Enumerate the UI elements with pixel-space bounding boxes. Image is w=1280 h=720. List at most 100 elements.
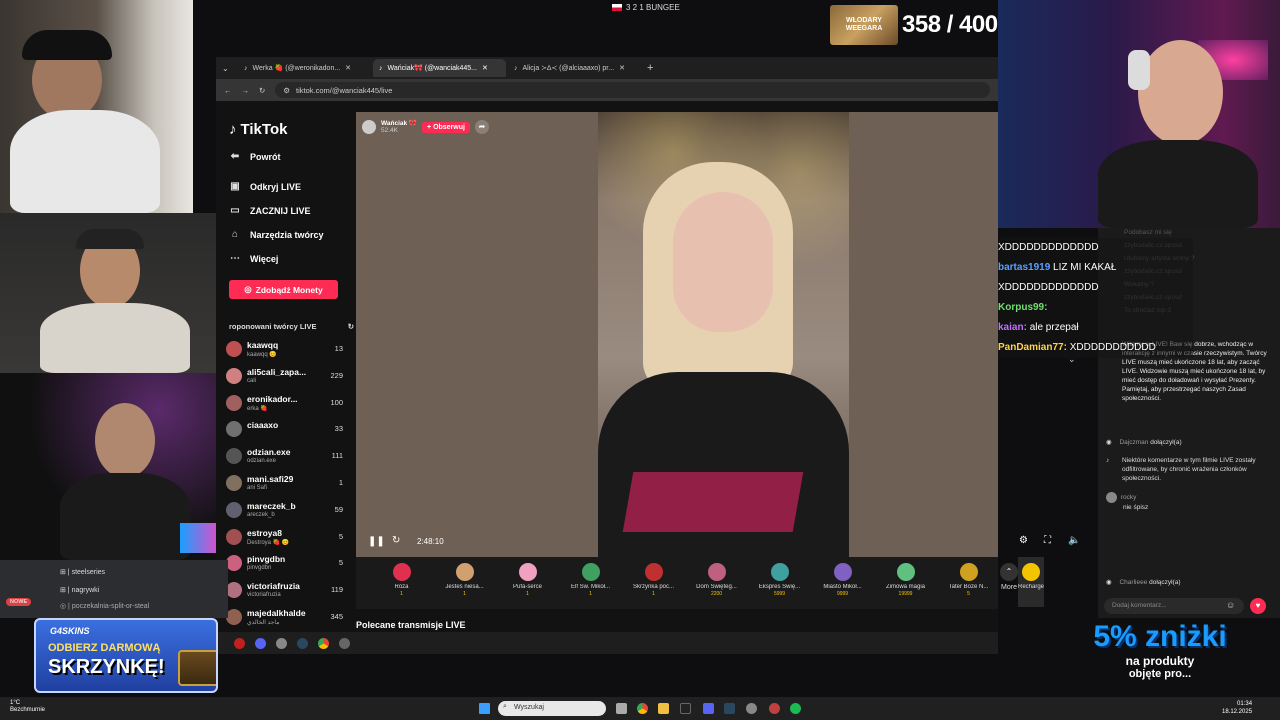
camera-icon: ▭ xyxy=(230,205,240,216)
gift-item[interactable]: Tater Boże N... 5 xyxy=(937,557,1000,597)
overlay-chat-message: Korpus99: xyxy=(998,298,1193,318)
taskbar-search[interactable]: ⌕ Wyszukaj xyxy=(498,701,606,716)
gift-price: 1 xyxy=(652,591,655,597)
chat-username: kaian: xyxy=(998,322,1027,333)
refresh-icon[interactable]: ↻ xyxy=(348,322,354,331)
gift-item[interactable]: Skrzynka poc... 1 xyxy=(622,557,685,597)
gift-item[interactable]: Ekspres Świę... 5999 xyxy=(748,557,811,597)
treasure-chest-icon xyxy=(178,650,216,686)
windows-taskbar: 1°C Bezchmurnie ⌕ Wyszukaj 01:34 18.12.20… xyxy=(0,697,1280,720)
nav-creator-tools[interactable]: ⌂ Narzędzia twórcy xyxy=(229,230,324,241)
close-icon[interactable]: ✕ xyxy=(482,64,488,72)
emoji-icon[interactable]: ☺ xyxy=(1226,600,1235,610)
viewer-count: 33 xyxy=(334,424,343,434)
creator-item[interactable]: mareczek_b areczek_b 59 xyxy=(226,499,343,523)
viewer-count: 5 xyxy=(338,531,343,541)
creator-item[interactable]: eronikador... erka 🍓 100 xyxy=(226,392,343,416)
gift-heart-icon[interactable]: ♥ xyxy=(1250,598,1266,614)
creator-item[interactable]: ciaaaxo 33 xyxy=(226,418,343,442)
creator-name: mareczek_b xyxy=(247,500,296,511)
creator-item[interactable]: estroya8 Destroya 🍓 😊 5 xyxy=(226,526,343,550)
comment-input[interactable]: Dodaj komentarz... xyxy=(1104,598,1244,614)
host-info[interactable]: Wańciak 🎀 52.4K + Obserwuj ➦ xyxy=(362,118,489,136)
nav-back[interactable]: ⬅ Powrót xyxy=(229,151,281,163)
app-icon[interactable] xyxy=(769,703,780,714)
reload-icon[interactable]: ↻ xyxy=(259,86,265,95)
steam-icon[interactable] xyxy=(724,703,735,714)
channel-item[interactable]: ⊞ | steelseries xyxy=(60,568,105,576)
gift-item[interactable]: Dom Święteg... 2200 xyxy=(685,557,748,597)
forward-icon[interactable]: → xyxy=(242,86,250,95)
gift-price: 1 xyxy=(463,591,466,597)
app-icon[interactable] xyxy=(255,637,266,649)
back-arrow-icon: ⬅ xyxy=(230,151,240,162)
creator-subname: ماجد الخالدي xyxy=(247,620,280,626)
creator-item[interactable]: odzian.exe odzian.exe 111 xyxy=(226,445,343,469)
live-video[interactable] xyxy=(598,112,849,557)
site-info-icon[interactable]: ⚙ xyxy=(283,86,290,95)
app-icon[interactable] xyxy=(234,637,245,649)
close-icon[interactable]: ✕ xyxy=(345,64,351,72)
creator-name: eronikador... xyxy=(247,393,298,404)
gift-item[interactable]: Róża 1 xyxy=(370,557,433,597)
pause-icon[interactable]: ❚❚ xyxy=(368,536,385,547)
gifts-more-button[interactable]: ⌃ More xyxy=(1000,557,1018,591)
gift-item[interactable]: Miasto Mikoł... 9999 xyxy=(811,557,874,597)
creator-name: ciaaaxo xyxy=(247,420,279,431)
close-icon[interactable]: ✕ xyxy=(619,64,625,72)
discord-icon[interactable] xyxy=(703,703,714,714)
tiktok-logo[interactable]: ♪ TikTok xyxy=(229,121,287,138)
folder-icon[interactable] xyxy=(658,703,669,714)
app-icon[interactable] xyxy=(680,703,691,714)
steam-icon[interactable] xyxy=(297,637,308,649)
fullscreen-icon[interactable]: ⛶ xyxy=(1044,535,1051,546)
overlay-chat-message: XDDDDDDDDDDDDD xyxy=(998,238,1193,258)
creator-item[interactable]: kaawqq kaawqq 😊 13 xyxy=(226,338,343,362)
new-tab-button[interactable]: + xyxy=(647,62,653,74)
gift-icon xyxy=(392,563,411,581)
channel-item[interactable]: ◎ | poczekalnia-split-or-steal xyxy=(60,602,149,610)
chrome-icon[interactable] xyxy=(318,637,329,649)
share-icon[interactable]: ➦ xyxy=(474,120,489,134)
gift-item[interactable]: Elf Św. Mikoł... 1 xyxy=(559,557,622,597)
url-field[interactable]: ⚙ tiktok.com/@wanciak445/live xyxy=(275,82,990,98)
chat-username: bartas1919 xyxy=(998,262,1051,273)
back-icon[interactable]: ← xyxy=(224,86,232,95)
clock[interactable]: 01:34 18.12.2025 xyxy=(1222,700,1252,716)
tab-search-icon[interactable]: ⌄ xyxy=(222,64,236,73)
follow-button[interactable]: + Obserwuj xyxy=(422,121,470,133)
gift-item[interactable]: Jesteś niesa... 1 xyxy=(433,557,496,597)
gift-item[interactable]: Zimowa magia 19999 xyxy=(874,557,937,597)
live-player[interactable]: Wańciak 🎀 52.4K + Obserwuj ➦ ❚❚ ↻ 2:48:1… xyxy=(356,112,1080,557)
spotify-icon[interactable] xyxy=(790,703,801,714)
settings-icon[interactable] xyxy=(339,637,350,649)
gift-item[interactable]: Pufa-serce 1 xyxy=(496,557,559,597)
app-icon[interactable] xyxy=(746,703,757,714)
avatar xyxy=(226,609,242,625)
host-avatar[interactable] xyxy=(362,120,376,134)
webcam-top-left xyxy=(0,0,193,213)
app-icon[interactable] xyxy=(276,637,287,649)
recharge-button[interactable]: Recharge xyxy=(1018,557,1045,607)
channel-item[interactable]: ⊞ | nagrywki xyxy=(60,586,99,594)
replay-icon[interactable]: ↻ xyxy=(392,535,400,546)
nav-more[interactable]: ⋯ Więcej xyxy=(229,254,278,265)
weather-widget[interactable]: 1°C Bezchmurnie xyxy=(10,700,45,714)
nav-discover-live[interactable]: ▣ Odkryj LIVE xyxy=(229,182,301,193)
get-coins-button[interactable]: ◎ Zdobądź Monety xyxy=(229,280,338,299)
creator-item[interactable]: pinvgdbn pinvgdbn 5 xyxy=(226,552,343,576)
creator-item[interactable]: ali5cali_zapa... cali 229 xyxy=(226,365,343,389)
windows-start-icon[interactable] xyxy=(479,703,490,714)
tab-wanciak[interactable]: ♪ Wańciak🎀 (@wanciak445... ✕ xyxy=(373,59,506,77)
creator-item[interactable]: victoriafruzia victoriafruzia 119 xyxy=(226,579,343,603)
creator-item[interactable]: majedalkhalde ماجد الخالدي 345 xyxy=(226,606,343,630)
creator-subname: areczek_b xyxy=(247,511,275,518)
tab-alicja[interactable]: ♪ Alicja ≻∆≺ (@alciaaaxo) pr... ✕ xyxy=(508,59,641,77)
settings-icon[interactable]: ⚙ xyxy=(1019,535,1028,546)
creator-item[interactable]: mani.safi29 ani Safi 1 xyxy=(226,472,343,496)
tab-werka[interactable]: ♪ Werka 🍓 (@weronikadon... ✕ xyxy=(238,59,371,77)
volume-icon[interactable]: 🔈 xyxy=(1068,535,1080,546)
nav-start-live[interactable]: ▭ ZACZNIJ LIVE xyxy=(229,205,310,217)
task-view-icon[interactable] xyxy=(616,703,627,714)
chrome-icon[interactable] xyxy=(637,703,648,714)
